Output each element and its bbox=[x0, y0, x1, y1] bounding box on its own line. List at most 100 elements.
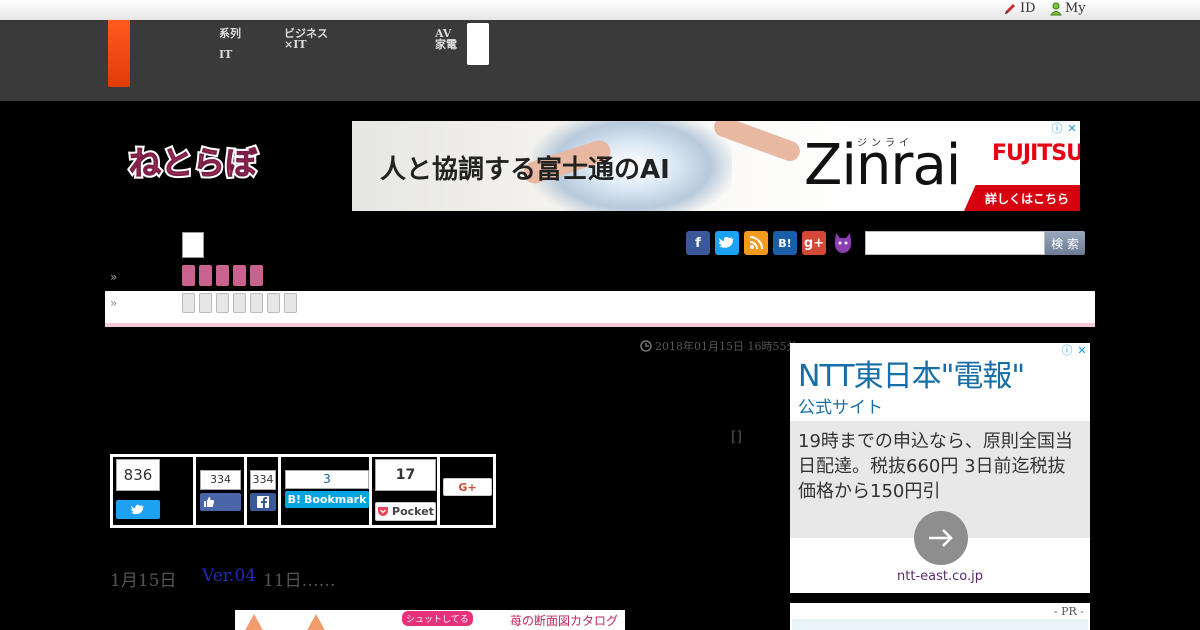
share-cell-fb-like: 334 bbox=[196, 457, 247, 525]
fb-like-count: 334 bbox=[200, 470, 241, 490]
side-adchoices-icon[interactable]: ⓘ bbox=[1060, 344, 1074, 358]
hatena-b-icon: B! bbox=[287, 493, 301, 506]
rss-glyph bbox=[749, 236, 763, 250]
pocket-label: Pocket bbox=[392, 505, 434, 518]
thumbs-up-icon bbox=[204, 497, 214, 507]
logo-text: ねとらぼ bbox=[129, 144, 258, 182]
tweet-button[interactable] bbox=[116, 500, 160, 519]
breadcrumb-chevron-1: » bbox=[110, 270, 118, 284]
ad-brand: Zinrai bbox=[804, 133, 961, 198]
hatena-bookmark-button[interactable]: B! Bookmark bbox=[285, 491, 369, 508]
my-link-label: My bbox=[1065, 1, 1086, 16]
breadcrumb-item-4[interactable] bbox=[233, 293, 246, 313]
share-cell-pocket: 17 Pocket bbox=[372, 457, 440, 525]
google-plus-share-button[interactable]: G+ bbox=[443, 478, 492, 496]
thumbnail-caption: 苺の断面図カタログ bbox=[510, 614, 619, 628]
pr-box: - PR - bbox=[790, 603, 1090, 630]
id-link[interactable]: ID bbox=[1003, 1, 1036, 16]
share-cell-hatena: 3 B! Bookmark bbox=[281, 457, 372, 525]
ad-sponsor-logo: FUJITSU bbox=[992, 141, 1080, 166]
nav-item-3[interactable]: AV 家電 bbox=[435, 28, 457, 50]
pocket-button[interactable]: Pocket bbox=[375, 502, 436, 521]
user-icon bbox=[1050, 2, 1062, 15]
site-header: 系列 IT ビジネス ×IT AV 家電 bbox=[0, 20, 1200, 101]
ad-headline: 人と協調する富士通のAI bbox=[380, 155, 670, 185]
facebook-icon[interactable]: f bbox=[686, 231, 710, 255]
pocket-count: 17 bbox=[375, 459, 436, 491]
article-intro: 1月15日 Ver.04 11日…… bbox=[110, 566, 336, 591]
breadcrumb-chevron-2: » bbox=[110, 296, 118, 310]
search-button[interactable]: 検 索 bbox=[1045, 231, 1085, 255]
brand-tab[interactable] bbox=[108, 20, 130, 87]
clock-icon bbox=[640, 340, 652, 352]
share-cell-gplus: G+ bbox=[440, 457, 496, 525]
hatena-label: Bookmark bbox=[303, 493, 367, 506]
nav-item-1-line2: IT bbox=[219, 48, 233, 61]
category-tab-2[interactable] bbox=[199, 265, 212, 286]
hatena-count: 3 bbox=[285, 470, 369, 489]
category-tab-4[interactable] bbox=[233, 265, 246, 286]
nav-item-1-line1: 系列 bbox=[219, 27, 241, 40]
rss-icon[interactable] bbox=[744, 231, 768, 255]
side-close-icon[interactable]: ✕ bbox=[1075, 344, 1089, 358]
strawberry-shape-1 bbox=[243, 614, 265, 630]
timestamp-text: 2018年01月15日 16時55分 bbox=[655, 340, 798, 353]
google-plus-icon[interactable]: g+ bbox=[802, 231, 826, 255]
site-logo[interactable]: ねとらぼ ねとらぼ bbox=[125, 140, 265, 188]
ad-cta-button[interactable]: 詳しくはこちら bbox=[964, 185, 1080, 211]
intro-lead: 1月15日 bbox=[110, 571, 177, 591]
twitter-icon[interactable] bbox=[715, 231, 739, 255]
fb-share-button[interactable] bbox=[250, 493, 276, 511]
facebook-square-icon bbox=[257, 496, 269, 508]
hatena-icon[interactable]: B! bbox=[773, 231, 797, 255]
search-input[interactable] bbox=[865, 231, 1045, 255]
breadcrumb-item-5[interactable] bbox=[250, 293, 263, 313]
article-corner-glyph: [] bbox=[731, 429, 742, 445]
breadcrumb-item-6[interactable] bbox=[267, 293, 280, 313]
top-banner-ad[interactable]: 人と協調する富士通のAI ジンライ Zinrai FUJITSU 詳しくはこちら… bbox=[352, 121, 1080, 211]
share-cell-fb-share: 334 bbox=[247, 457, 281, 525]
category-tab-5[interactable] bbox=[250, 265, 263, 286]
nav-item-2-line2: ×IT bbox=[284, 38, 307, 51]
pen-icon bbox=[1005, 3, 1015, 14]
side-ad-title: NTT東日本"電報" bbox=[798, 359, 1025, 394]
share-buttons: 836 334 334 3 B! Bookmark 17 Pocket G+ bbox=[110, 454, 496, 528]
top-utility-bar: ID My bbox=[0, 0, 1200, 20]
related-thumbnail[interactable]: シュットしてる 苺の断面図カタログ bbox=[235, 610, 625, 630]
pr-content[interactable] bbox=[792, 619, 1088, 630]
breadcrumb-item-2[interactable] bbox=[199, 293, 212, 313]
twitter-bird-glyph bbox=[719, 237, 734, 248]
cat-mascot-icon[interactable] bbox=[831, 231, 855, 255]
side-ad-arrow-button[interactable] bbox=[914, 511, 968, 565]
cat-glyph bbox=[834, 233, 852, 253]
my-link[interactable]: My bbox=[1050, 1, 1086, 16]
tweet-bird-icon bbox=[131, 504, 144, 514]
share-cell-twitter: 836 bbox=[113, 457, 196, 525]
category-tab-3[interactable] bbox=[216, 265, 229, 286]
arrow-right-icon bbox=[929, 529, 953, 547]
menu-toggle-box[interactable] bbox=[182, 232, 204, 258]
side-ad-subtitle: 公式サイト bbox=[798, 398, 883, 418]
close-icon[interactable]: ✕ bbox=[1065, 122, 1079, 136]
pocket-icon bbox=[378, 507, 389, 516]
intro-version-link[interactable]: Ver.04 bbox=[202, 566, 256, 586]
strawberry-shape-2 bbox=[305, 614, 327, 630]
breadcrumb-item-3[interactable] bbox=[216, 293, 229, 313]
side-ad-domain: ntt-east.co.jp bbox=[897, 569, 983, 584]
id-link-label: ID bbox=[1020, 1, 1036, 16]
breadcrumb-item-7[interactable] bbox=[284, 293, 297, 313]
breadcrumb-item-1[interactable] bbox=[182, 293, 195, 313]
adchoices-icon[interactable]: ⓘ bbox=[1050, 122, 1064, 136]
sidebar-ad[interactable]: NTT東日本"電報" 公式サイト 19時までの申込なら、原則全国当日配達。税抜6… bbox=[790, 343, 1090, 593]
nav-item-3-line2: 家電 bbox=[435, 38, 457, 51]
nav-item-2[interactable]: ビジネス ×IT bbox=[284, 28, 328, 50]
fb-share-count: 334 bbox=[250, 470, 276, 490]
twitter-count: 836 bbox=[116, 459, 160, 491]
fb-like-button[interactable] bbox=[200, 493, 241, 511]
header-widget-box[interactable] bbox=[467, 23, 489, 65]
nav-item-1[interactable]: 系列 IT bbox=[219, 28, 241, 60]
article-timestamp: 2018年01月15日 16時55分 bbox=[640, 338, 797, 354]
category-tab-1[interactable] bbox=[182, 265, 195, 286]
thumbnail-tag: シュットしてる bbox=[402, 611, 473, 626]
intro-tail: 11日…… bbox=[263, 571, 336, 591]
